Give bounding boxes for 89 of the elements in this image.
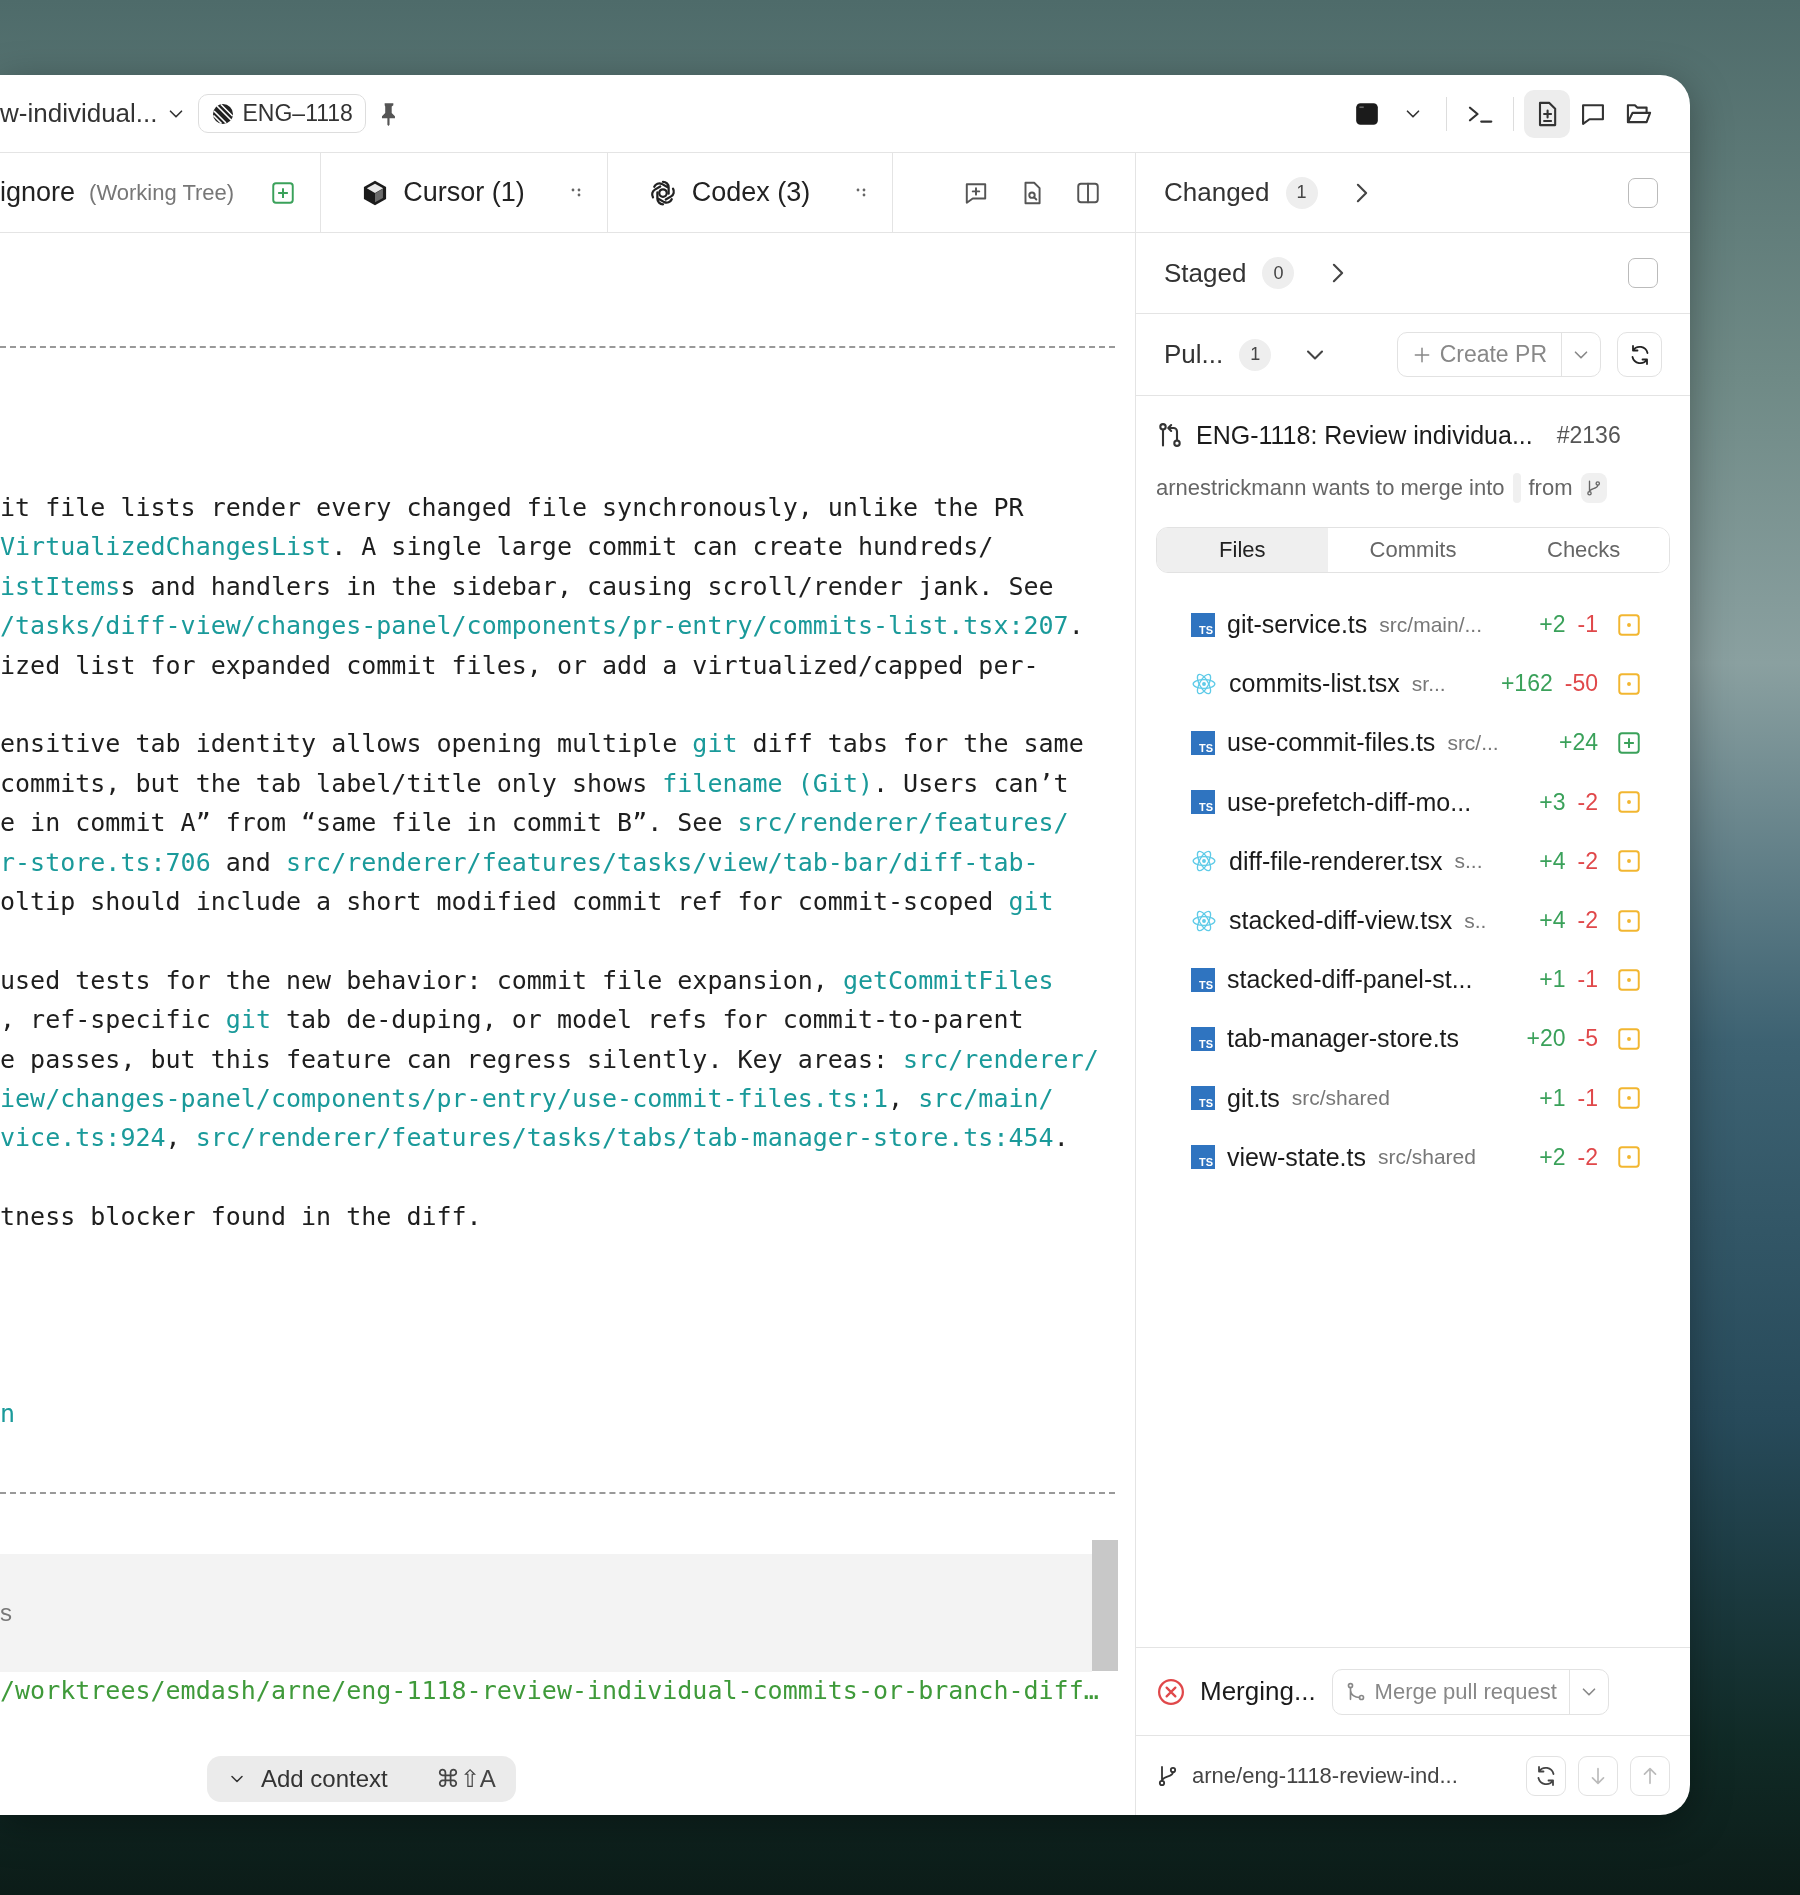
added-lines: +1 (1539, 1084, 1566, 1112)
file-name[interactable]: use-commit-files.ts (1227, 728, 1436, 758)
file-name[interactable]: commits-list.tsx (1229, 669, 1400, 699)
added-lines: +1 (1539, 966, 1566, 994)
editor-tab[interactable]: ignore (Working Tree) (0, 153, 322, 232)
review-paragraph: it file lists render every changed file synchronously, unlike the PR VirtualizedChangesList. A single large commit can create hundreds/ istItemss and handlers in the sidebar, causing scroll/render jank. See /tasks/diff-view/changes-panel/components/pr-entry/commits-list.tsx:207. ized list for expanded commit files, or add a virtualized/capped per- (0, 492, 1085, 682)
file-name[interactable]: git-service.ts (1227, 610, 1368, 640)
review-paragraph: used tests for the new behavior: commit file expansion, getCommitFiles , ref-specific git tab de-duping, or model refs for commit-to-parent e passes, but this feature can regress silently. Key areas: src/renderer/ iew/changes-panel/components/pr-entry/use-commit-files.ts:1, src/main/ vice.ts:924, src/renderer/features/tasks/tabs/tab-manager-store.ts:454. (0, 964, 1100, 1155)
expand-button[interactable] (1355, 182, 1368, 203)
dark-square-icon (1354, 100, 1380, 127)
typescript-file-icon: TS (1191, 612, 1215, 637)
tool-call-label: s (0, 1598, 12, 1627)
removed-lines: -5 (1577, 1025, 1598, 1053)
removed-lines: -2 (1577, 907, 1598, 935)
file-name[interactable]: use-prefetch-diff-mo... (1227, 787, 1472, 817)
branch-name: w-individual... (0, 98, 158, 129)
chevron-right-icon (1355, 182, 1368, 203)
code-identifier: VirtualizedChangesList (0, 532, 332, 562)
typescript-file-icon: TS (1191, 1086, 1215, 1111)
add-context-button[interactable]: Add context ⌘⇧A (207, 1755, 516, 1802)
added-lines: +20 (1526, 1025, 1566, 1053)
pr-merge-info: arnestrickmann wants to merge into (1156, 475, 1505, 501)
typescript-file-icon: TS (1191, 967, 1215, 992)
pr-number: #2136 (1556, 421, 1621, 449)
file-path: sr... (1411, 671, 1446, 696)
code-identifier: git (225, 1005, 271, 1035)
worktree-path: /worktrees/emdash/arne/eng-1118-review-individual-commits-or-branch-diff… (0, 1674, 1100, 1707)
file-name[interactable]: stacked-diff-view.tsx (1229, 906, 1453, 936)
added-lines: +4 (1539, 907, 1566, 935)
diff-panel-button[interactable] (1524, 89, 1570, 138)
review-paragraph: ensitive tab identity allows opening multiple git diff tabs for the same commits, but the tab label/title only shows filename (Git). Users can’t e in commit A” from “same file in commit B”. See src/renderer/features/ r-store.ts:706 and src/renderer/features/tasks/view/tab-bar/diff-tab- oltip should include a short modified commit ref for commit-scoped git (0, 728, 1085, 919)
select-all-checkbox[interactable] (1628, 177, 1658, 208)
removed-lines: -2 (1577, 788, 1598, 816)
error-circle-icon (1156, 1676, 1186, 1707)
section-title: Staged (1164, 257, 1247, 289)
file-name[interactable]: view-state.ts (1227, 1142, 1366, 1172)
review-paragraph: tness blocker found in the diff. (0, 1201, 483, 1234)
section-title: Pul... (1164, 339, 1224, 370)
removed-lines: -50 (1564, 670, 1598, 698)
merge-status: Merging... (1200, 1676, 1316, 1707)
code-identifier: filename (Git) (662, 768, 873, 798)
typescript-file-icon: TS (1191, 1026, 1215, 1051)
typescript-file-icon: TS (1191, 790, 1215, 815)
added-lines: +162 (1500, 670, 1553, 698)
added-lines: +3 (1539, 788, 1566, 816)
expand-button[interactable] (1332, 263, 1345, 283)
sync-button[interactable] (1526, 1755, 1566, 1796)
file-name[interactable]: tab-manager-store.ts (1227, 1024, 1460, 1054)
chevron-right-icon (1332, 263, 1345, 283)
section-title: Changed (1164, 177, 1270, 208)
typescript-file-icon: TS (1191, 1145, 1215, 1170)
issue-chip[interactable]: ENG–1118 (197, 94, 366, 133)
removed-lines: -2 (1577, 1143, 1598, 1171)
count-badge: 1 (1285, 176, 1318, 209)
file-path: src/shared (1291, 1086, 1390, 1111)
file-name[interactable]: stacked-diff-panel-st... (1227, 965, 1473, 995)
removed-lines: -1 (1577, 1084, 1598, 1112)
added-lines: +2 (1539, 611, 1566, 639)
code-identifier: git (1008, 887, 1054, 917)
file-name[interactable]: diff-file-renderer.tsx (1229, 846, 1443, 876)
file-name[interactable]: git.ts (1227, 1083, 1280, 1113)
count-badge: 1 (1239, 338, 1272, 371)
added-lines: +24 (1559, 729, 1598, 757)
file-path: src/... (1447, 730, 1499, 755)
code-identifier: git (692, 729, 738, 759)
add-file-icon (270, 179, 297, 206)
count-badge: 0 (1262, 257, 1295, 289)
branch-icon (1584, 479, 1603, 497)
striped-circle-icon (210, 101, 235, 126)
select-all-checkbox[interactable] (1628, 258, 1658, 288)
removed-lines: -1 (1577, 611, 1598, 639)
pr-tab[interactable]: Files (1157, 528, 1328, 572)
removed-lines: -1 (1577, 966, 1598, 994)
pr-title[interactable]: ENG-1118: Review individua... (1196, 420, 1533, 450)
typescript-file-icon: TS (1191, 730, 1215, 755)
refresh-button[interactable] (1617, 332, 1662, 377)
file-path: src/main/... (1379, 612, 1482, 637)
added-lines: +4 (1539, 847, 1566, 875)
file-path: s... (1454, 849, 1483, 874)
pr-merge-info: from (1528, 475, 1573, 501)
added-lines: +2 (1539, 1143, 1566, 1171)
pull-request-icon (1156, 421, 1184, 449)
file-path: src/shared (1377, 1145, 1476, 1170)
scrollbar-thumb[interactable] (1092, 1540, 1118, 1671)
branch-name: arne/eng-1118-review-ind... (1192, 1762, 1458, 1789)
code-identifier: istItems (0, 571, 121, 601)
code-identifier: getCommitFiles (842, 965, 1054, 995)
removed-lines: -2 (1577, 847, 1598, 875)
file-path: s.. (1464, 908, 1487, 933)
